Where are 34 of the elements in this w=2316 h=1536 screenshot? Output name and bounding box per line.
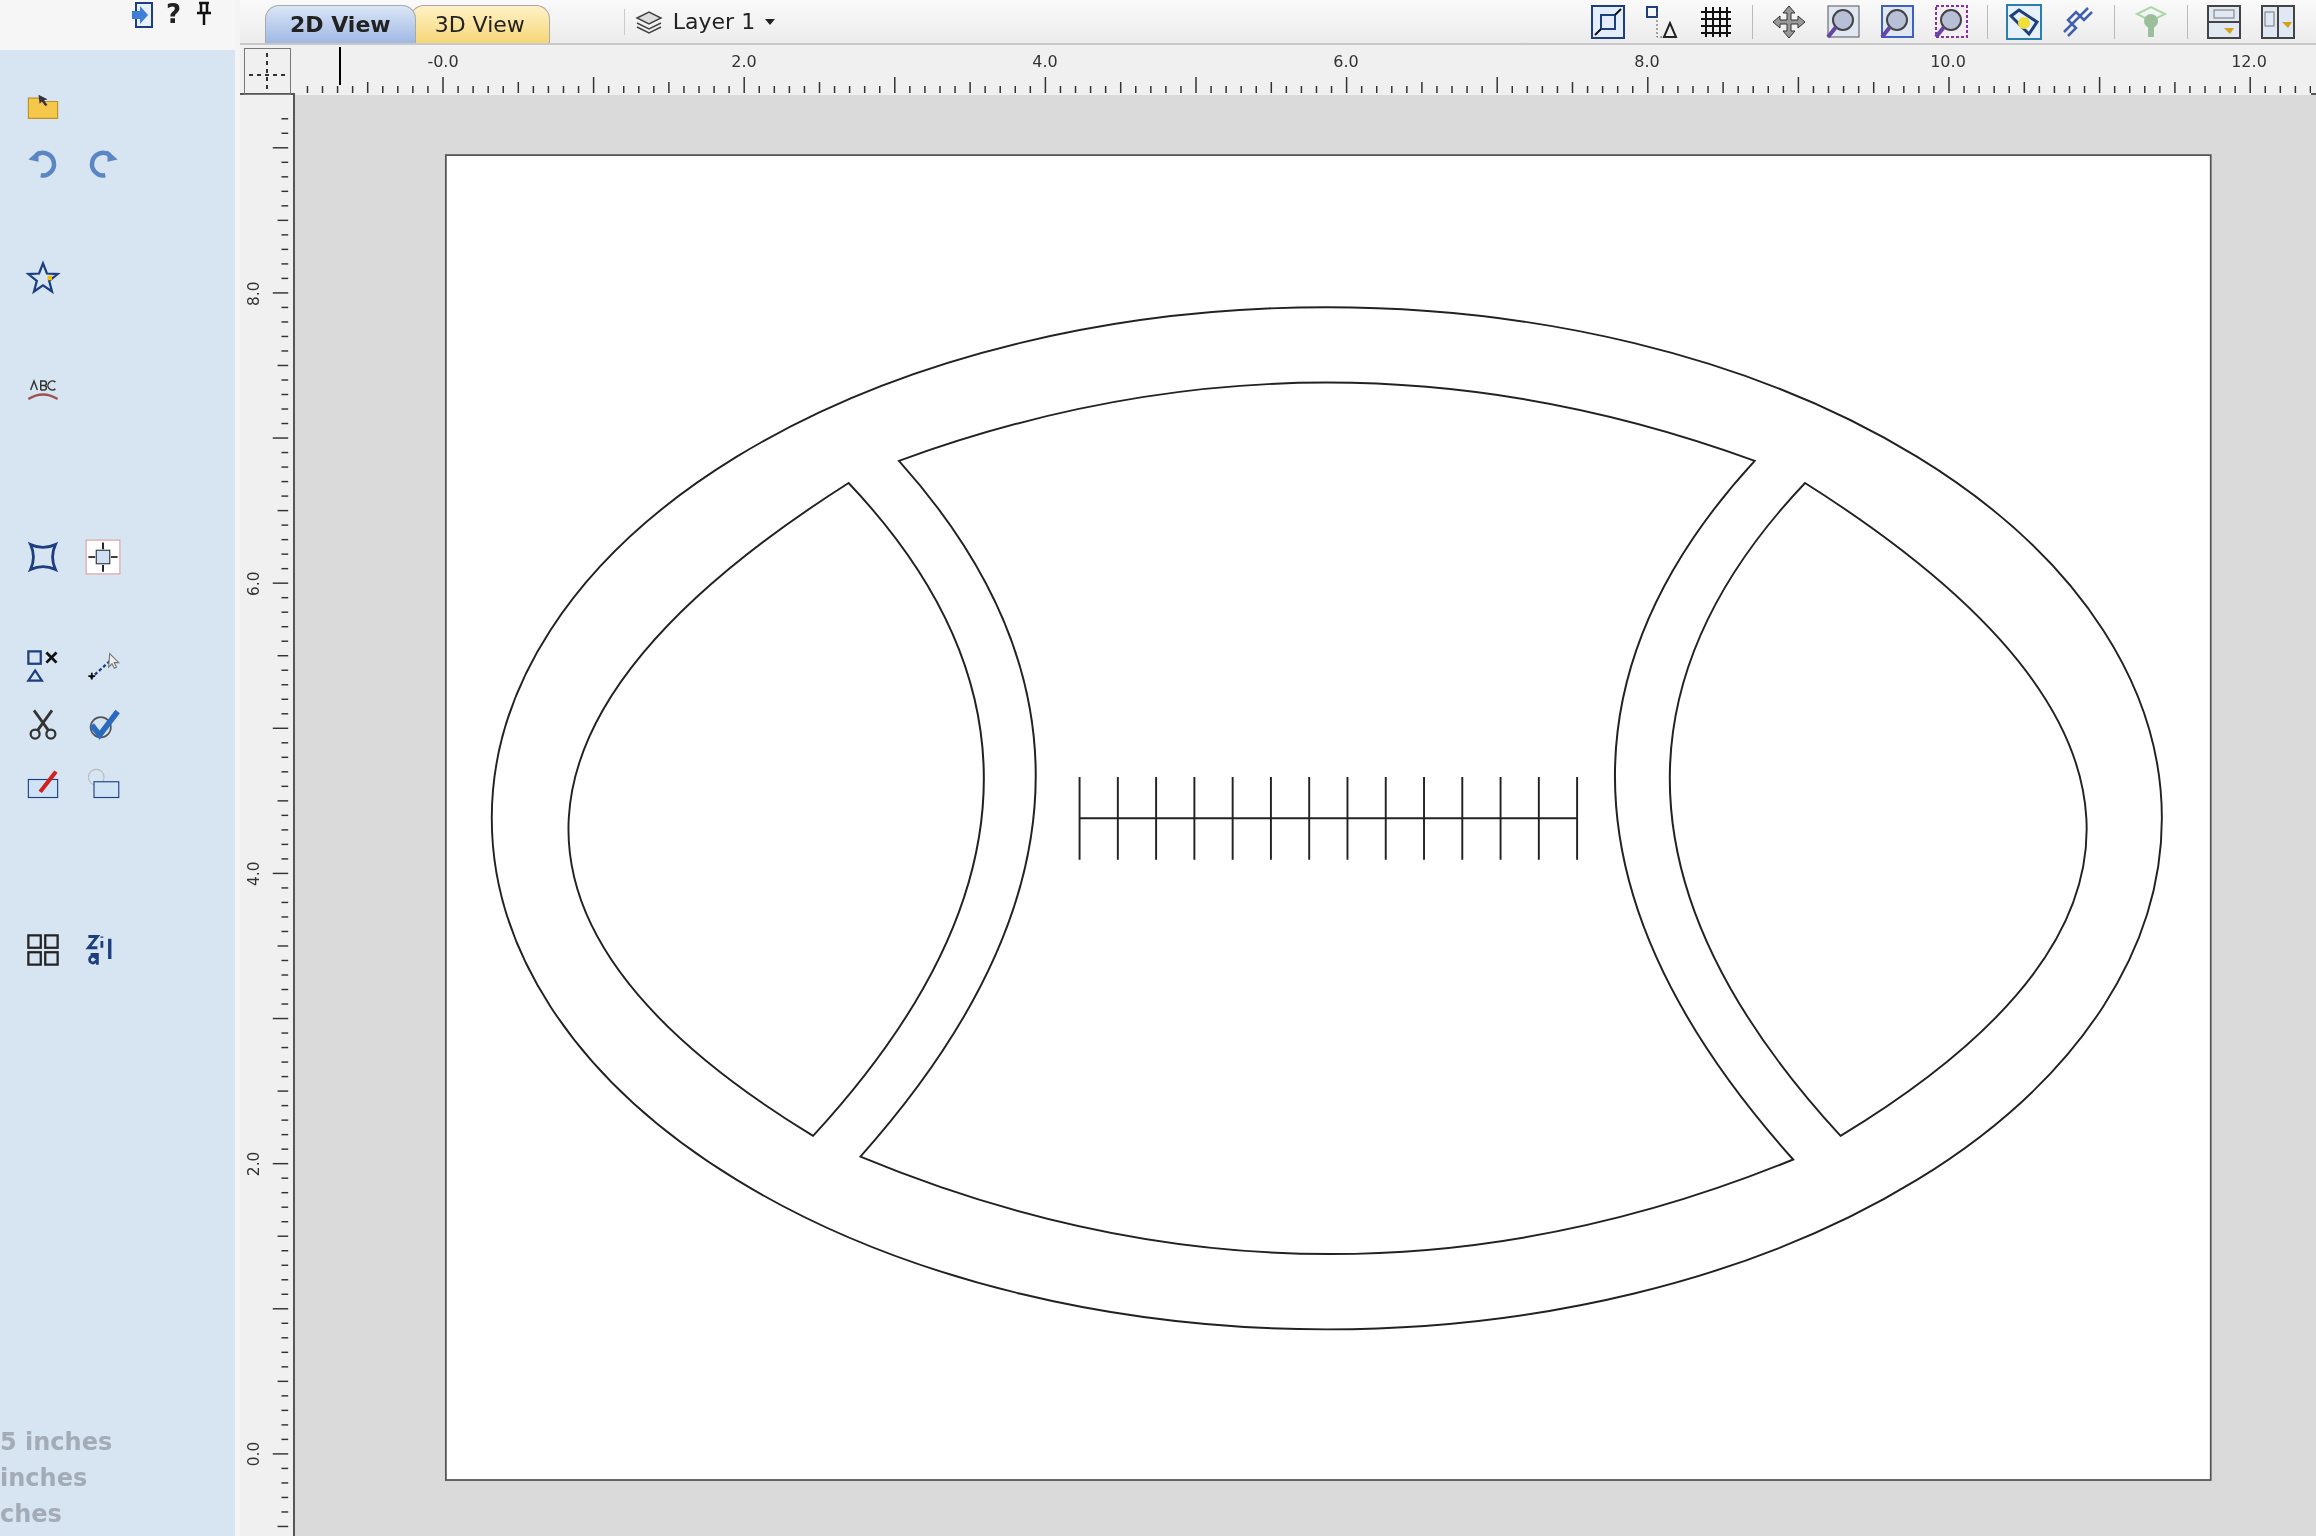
layout-side-icon[interactable] <box>2260 3 2296 40</box>
unit-text: 5 inches <box>0 1427 114 1458</box>
ruler-label: 6.0 <box>1333 52 1359 71</box>
ruler-origin-icon[interactable] <box>244 48 291 95</box>
ruler-label: 10.0 <box>1930 52 1966 71</box>
ruler-label: 2.0 <box>731 52 757 71</box>
zoom-page-icon[interactable] <box>1879 3 1915 40</box>
ruler-label: 4.0 <box>245 861 264 887</box>
ruler-label: 4.0 <box>1032 52 1058 71</box>
align-shapes-icon[interactable] <box>1644 3 1680 40</box>
view-tab[interactable]: 2D View <box>265 5 416 43</box>
layers-icon <box>634 8 663 35</box>
ruler-label: 8.0 <box>245 281 264 306</box>
distort-square-icon[interactable] <box>25 539 61 575</box>
ruler-label: 12.0 <box>2231 52 2267 71</box>
ruler-label: -0.0 <box>427 52 459 71</box>
ruler-label: 0.0 <box>245 1441 264 1467</box>
unit-text: inches <box>0 1463 89 1494</box>
layout-top-icon[interactable] <box>2206 3 2242 40</box>
dock-icon[interactable] <box>129 0 156 30</box>
zoom-extents-icon[interactable] <box>1825 3 1861 40</box>
help-button[interactable]: ? <box>165 0 181 28</box>
ruler-label: 8.0 <box>1634 52 1660 71</box>
snap-icon[interactable] <box>2006 3 2042 40</box>
caret-icon <box>765 18 776 25</box>
resize-icon[interactable] <box>1590 3 1626 40</box>
pan-icon[interactable] <box>1771 3 1807 40</box>
ruler-label: 2.0 <box>245 1151 264 1177</box>
star-icon[interactable] <box>25 260 61 296</box>
zoom-selection-icon[interactable] <box>1933 3 1969 40</box>
layer-dropdown[interactable]: Layer 1 <box>623 8 786 35</box>
unit-text: ches <box>0 1499 63 1530</box>
center-square-icon[interactable] <box>85 539 121 575</box>
ruler-label: 6.0 <box>245 571 264 596</box>
